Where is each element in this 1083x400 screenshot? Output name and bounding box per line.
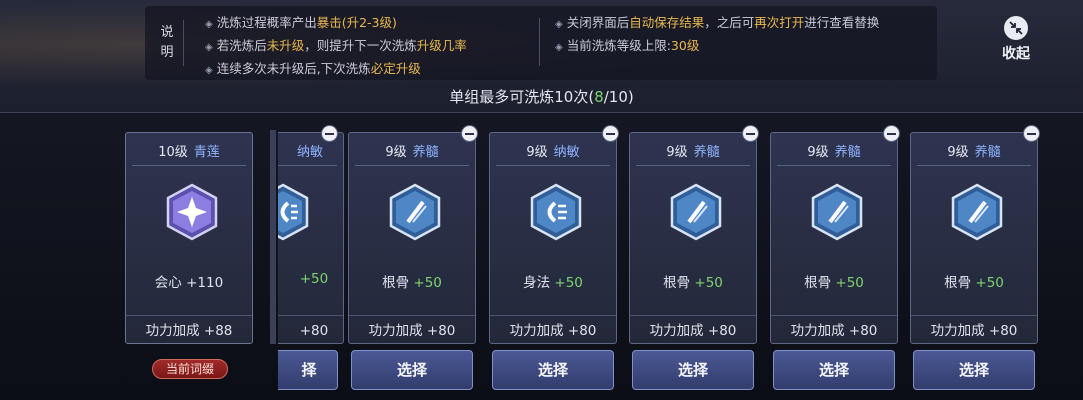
remove-option-button[interactable] (461, 125, 478, 142)
crit-star-gem-icon (166, 183, 218, 241)
partial-card-viewport: 纳敏 +50 +80 择 (278, 0, 348, 400)
bone-gem-icon (951, 183, 1003, 241)
diamond-bullet-icon: ◈ (555, 19, 563, 30)
collapse-button[interactable]: 收起 (996, 16, 1036, 66)
info-line: ◈ 关闭界面后自动保存结果，之后可再次打开进行查看替换 (555, 15, 880, 30)
info-panel: 说 明 ◈ 洗炼过程概率产出暴击(升2-3级) ◈ 若洗炼后未升级，则提升下一次洗炼… (145, 6, 937, 80)
remove-option-button[interactable] (602, 125, 619, 142)
option-card[interactable]: 9级 纳敏 身法 +50 功力加成 +80 (489, 132, 617, 344)
agility-gem-icon (278, 183, 309, 241)
current-affix-badge: 当前词缀 (152, 359, 228, 379)
select-option-button[interactable]: 选择 (632, 350, 754, 390)
bone-gem-icon (670, 183, 722, 241)
shrink-arrows-icon (1004, 16, 1028, 40)
minus-icon (746, 132, 755, 135)
minus-icon (325, 132, 334, 135)
remove-option-button[interactable] (1023, 125, 1040, 142)
select-option-button[interactable]: 选择 (913, 350, 1035, 390)
minus-icon (465, 132, 474, 135)
agility-gem-icon (530, 183, 582, 241)
info-divider (539, 18, 540, 66)
bone-gem-icon (811, 183, 863, 241)
info-right-column: ◈ 关闭界面后自动保存结果，之后可再次打开进行查看替换 ◈ 当前洗炼等级上限:30级 (555, 12, 879, 58)
remove-option-button[interactable] (742, 125, 759, 142)
info-title: 说 明 (151, 20, 184, 66)
minus-icon (606, 132, 615, 135)
diamond-bullet-icon: ◈ (205, 19, 213, 30)
bone-gem-icon (389, 183, 441, 241)
diamond-bullet-icon: ◈ (205, 42, 213, 53)
diamond-bullet-icon: ◈ (555, 42, 563, 53)
select-option-button[interactable]: 选择 (492, 350, 614, 390)
option-card[interactable]: 9级 养髓 根骨 +50 功力加成 +80 (770, 132, 898, 344)
remove-option-button[interactable] (321, 125, 338, 142)
current-affix-card: 10级 青莲 会心 +110 功力加成 +88 (125, 132, 253, 344)
column-separator (270, 130, 276, 344)
info-line: ◈ 当前洗炼等级上限:30级 (555, 38, 700, 53)
minus-icon (887, 132, 896, 135)
select-option-button[interactable]: 择 (278, 350, 338, 390)
section-divider (0, 112, 1083, 113)
minus-icon (1027, 132, 1036, 135)
option-card[interactable]: 9级 养髓 根骨 +50 功力加成 +80 (348, 132, 476, 344)
option-card[interactable]: 9级 养髓 根骨 +50 功力加成 +80 (629, 132, 757, 344)
option-card[interactable]: 纳敏 +50 +80 (278, 132, 344, 344)
diamond-bullet-icon: ◈ (205, 65, 213, 76)
refine-limit-text: 单组最多可洗炼10次(8/10) (449, 88, 634, 106)
select-option-button[interactable]: 选择 (351, 350, 473, 390)
select-option-button[interactable]: 选择 (773, 350, 895, 390)
remove-option-button[interactable] (883, 125, 900, 142)
option-card[interactable]: 9级 养髓 根骨 +50 功力加成 +80 (910, 132, 1038, 344)
